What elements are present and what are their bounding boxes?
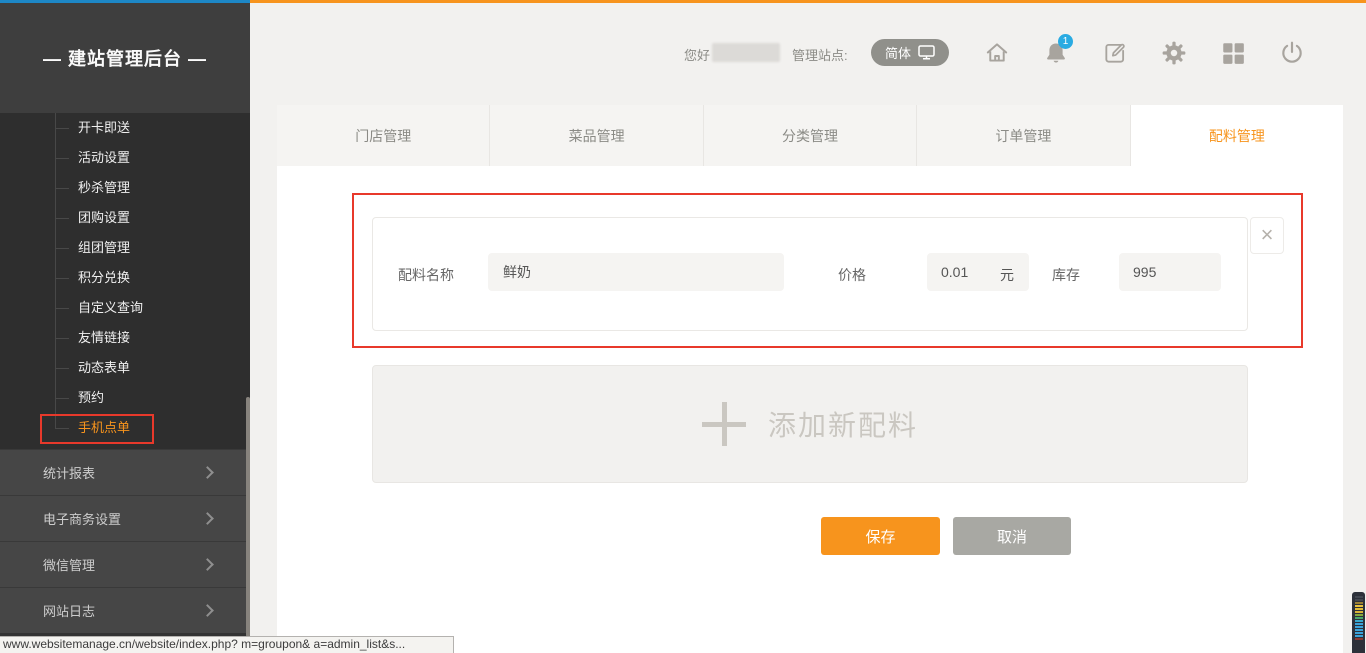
minimap-stripe bbox=[1355, 596, 1363, 598]
sidebar-section[interactable]: 网站日志 bbox=[0, 587, 250, 633]
edit-icon[interactable] bbox=[1102, 40, 1128, 66]
sidebar-menu-item-label: 自定义查询 bbox=[78, 300, 143, 315]
locale-switch-button[interactable]: 简体 bbox=[871, 39, 949, 66]
tab-label: 门店管理 bbox=[355, 126, 411, 146]
minimap-stripe bbox=[1355, 617, 1363, 619]
minimap-stripe bbox=[1355, 635, 1363, 637]
chevron-right-icon bbox=[201, 558, 214, 571]
tab-label: 订单管理 bbox=[995, 126, 1051, 146]
tab[interactable]: 门店管理 bbox=[277, 105, 490, 166]
cancel-button[interactable]: 取消 bbox=[953, 517, 1071, 555]
sidebar-section-label: 网站日志 bbox=[43, 601, 95, 620]
tab-bar: 门店管理 菜品管理 分类管理 订单管理 配料管理 bbox=[277, 105, 1343, 166]
sidebar-menu-item-label: 组团管理 bbox=[78, 240, 130, 255]
sidebar: — 建站管理后台 — 开卡即送 活动设置 秒杀管理 团购设置 bbox=[0, 3, 250, 653]
chevron-right-icon bbox=[201, 512, 214, 525]
sidebar-menu-item-label: 开卡即送 bbox=[78, 120, 130, 135]
top-accent-orange bbox=[250, 0, 1366, 3]
power-icon[interactable] bbox=[1279, 40, 1305, 66]
app-title: — 建站管理后台 — bbox=[0, 3, 250, 113]
redacted-username bbox=[712, 43, 780, 62]
tab-label: 配料管理 bbox=[1209, 126, 1265, 146]
add-ingredient-button[interactable]: 添加新配料 bbox=[372, 365, 1248, 483]
tab[interactable]: 分类管理 bbox=[704, 105, 917, 166]
sidebar-submenu: 开卡即送 活动设置 秒杀管理 团购设置 组团管理 bbox=[0, 113, 250, 449]
minimap-stripe bbox=[1355, 602, 1363, 604]
ingredient-name-label: 配料名称 bbox=[398, 265, 454, 285]
close-icon[interactable]: × bbox=[1250, 217, 1284, 254]
minimap-stripe bbox=[1355, 614, 1363, 616]
minimap-stripe bbox=[1355, 623, 1363, 625]
locale-label: 简体 bbox=[885, 43, 911, 62]
chevron-right-icon bbox=[201, 466, 214, 479]
minimap-stripe bbox=[1355, 620, 1363, 622]
sidebar-menu-item[interactable]: 团购设置 bbox=[0, 203, 250, 233]
minimap-stripe bbox=[1355, 611, 1363, 613]
scroll-minimap-widget[interactable] bbox=[1352, 592, 1365, 653]
chevron-right-icon bbox=[201, 604, 214, 617]
ingredient-name-input[interactable] bbox=[488, 253, 784, 291]
grid-icon[interactable] bbox=[1220, 40, 1246, 66]
sidebar-menu-item[interactable]: 开卡即送 bbox=[0, 113, 250, 143]
price-label: 价格 bbox=[838, 265, 866, 285]
sidebar-menu-item-label: 团购设置 bbox=[78, 210, 130, 225]
stock-input[interactable] bbox=[1119, 253, 1221, 291]
price-unit-label: 元 bbox=[1000, 265, 1014, 285]
sidebar-sections: 统计报表 电子商务设置 微信管理 网站日志 bbox=[0, 449, 250, 633]
sidebar-menu-item-label: 积分兑换 bbox=[78, 270, 130, 285]
sidebar-menu-item[interactable]: 活动设置 bbox=[0, 143, 250, 173]
sidebar-section-label: 微信管理 bbox=[43, 555, 95, 574]
sidebar-menu-item[interactable]: 秒杀管理 bbox=[0, 173, 250, 203]
browser-status-url: www.websitemanage.cn/website/index.php? … bbox=[0, 636, 454, 653]
sidebar-menu-item[interactable]: 手机点单 bbox=[0, 413, 250, 443]
sidebar-section[interactable]: 电子商务设置 bbox=[0, 495, 250, 541]
sidebar-menu-item-label: 动态表单 bbox=[78, 360, 130, 375]
sidebar-section[interactable]: 微信管理 bbox=[0, 541, 250, 587]
minimap-stripe bbox=[1355, 629, 1363, 631]
minimap-stripe bbox=[1355, 626, 1363, 628]
sidebar-menu-item[interactable]: 动态表单 bbox=[0, 353, 250, 383]
tab[interactable]: 订单管理 bbox=[917, 105, 1130, 166]
home-icon[interactable] bbox=[984, 40, 1010, 66]
manage-site-label: 管理站点: bbox=[792, 45, 848, 64]
minimap-stripe bbox=[1355, 605, 1363, 607]
minimap-stripe bbox=[1355, 599, 1363, 601]
sidebar-section[interactable]: 统计报表 bbox=[0, 449, 250, 495]
sidebar-menu-item-label: 预约 bbox=[78, 390, 104, 405]
sidebar-menu-item-label: 友情链接 bbox=[78, 330, 130, 345]
minimap-stripe bbox=[1355, 638, 1363, 640]
tab[interactable]: 菜品管理 bbox=[490, 105, 703, 166]
tab-label: 菜品管理 bbox=[569, 126, 625, 146]
sidebar-section-label: 电子商务设置 bbox=[43, 509, 121, 528]
sidebar-menu-item[interactable]: 自定义查询 bbox=[0, 293, 250, 323]
tab-label: 分类管理 bbox=[782, 126, 838, 146]
sidebar-section-label: 统计报表 bbox=[43, 463, 95, 482]
sidebar-menu-item-label: 手机点单 bbox=[78, 420, 130, 435]
gear-icon[interactable] bbox=[1161, 40, 1187, 66]
minimap-stripe bbox=[1355, 632, 1363, 634]
sidebar-menu-item-label: 活动设置 bbox=[78, 150, 130, 165]
add-ingredient-label: 添加新配料 bbox=[768, 404, 918, 444]
tab[interactable]: 配料管理 bbox=[1131, 105, 1343, 166]
greeting-text: 您好 bbox=[684, 45, 710, 64]
sidebar-menu-item[interactable]: 组团管理 bbox=[0, 233, 250, 263]
save-button[interactable]: 保存 bbox=[821, 517, 940, 555]
monitor-icon bbox=[918, 45, 935, 60]
sidebar-scrollbar-thumb[interactable] bbox=[246, 397, 250, 637]
stock-label: 库存 bbox=[1052, 265, 1080, 285]
plus-icon bbox=[702, 402, 746, 446]
sidebar-menu-item[interactable]: 友情链接 bbox=[0, 323, 250, 353]
sidebar-menu-item[interactable]: 积分兑换 bbox=[0, 263, 250, 293]
admin-backend-page: — 建站管理后台 — 开卡即送 活动设置 秒杀管理 团购设置 bbox=[0, 0, 1366, 653]
minimap-stripe bbox=[1355, 608, 1363, 610]
notification-badge: 1 bbox=[1058, 34, 1073, 49]
sidebar-menu-item[interactable]: 预约 bbox=[0, 383, 250, 413]
sidebar-menu-item-label: 秒杀管理 bbox=[78, 180, 130, 195]
